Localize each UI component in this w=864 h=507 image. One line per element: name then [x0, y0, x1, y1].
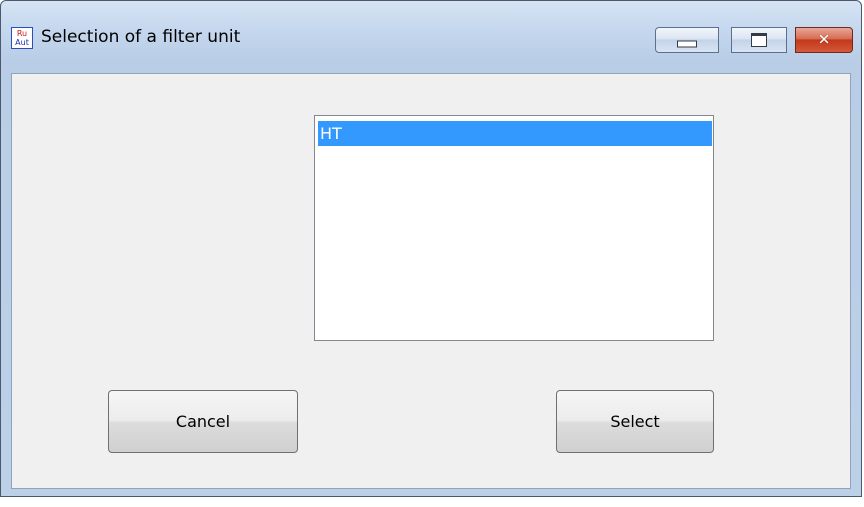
title-bar[interactable]: Ru Aut Selection of a filter unit ✕	[1, 1, 861, 73]
maximize-icon	[751, 33, 767, 47]
close-icon: ✕	[817, 30, 831, 49]
close-button[interactable]: ✕	[795, 27, 853, 53]
app-icon-text-top: Ru	[16, 29, 28, 38]
cancel-button[interactable]: Cancel	[108, 390, 298, 453]
minimize-icon	[677, 40, 697, 48]
maximize-button[interactable]	[731, 27, 787, 53]
dialog-client-area: HT Cancel Select	[11, 73, 851, 489]
filter-unit-listbox[interactable]: HT	[314, 115, 714, 341]
list-item-ht[interactable]: HT	[318, 121, 712, 146]
app-icon-text-bottom: Aut	[15, 38, 29, 47]
select-button[interactable]: Select	[556, 390, 714, 453]
app-icon: Ru Aut	[11, 27, 33, 49]
dialog-window: Ru Aut Selection of a filter unit ✕ HT C…	[0, 0, 862, 497]
window-title: Selection of a filter unit	[41, 27, 241, 47]
minimize-button[interactable]	[655, 27, 719, 53]
